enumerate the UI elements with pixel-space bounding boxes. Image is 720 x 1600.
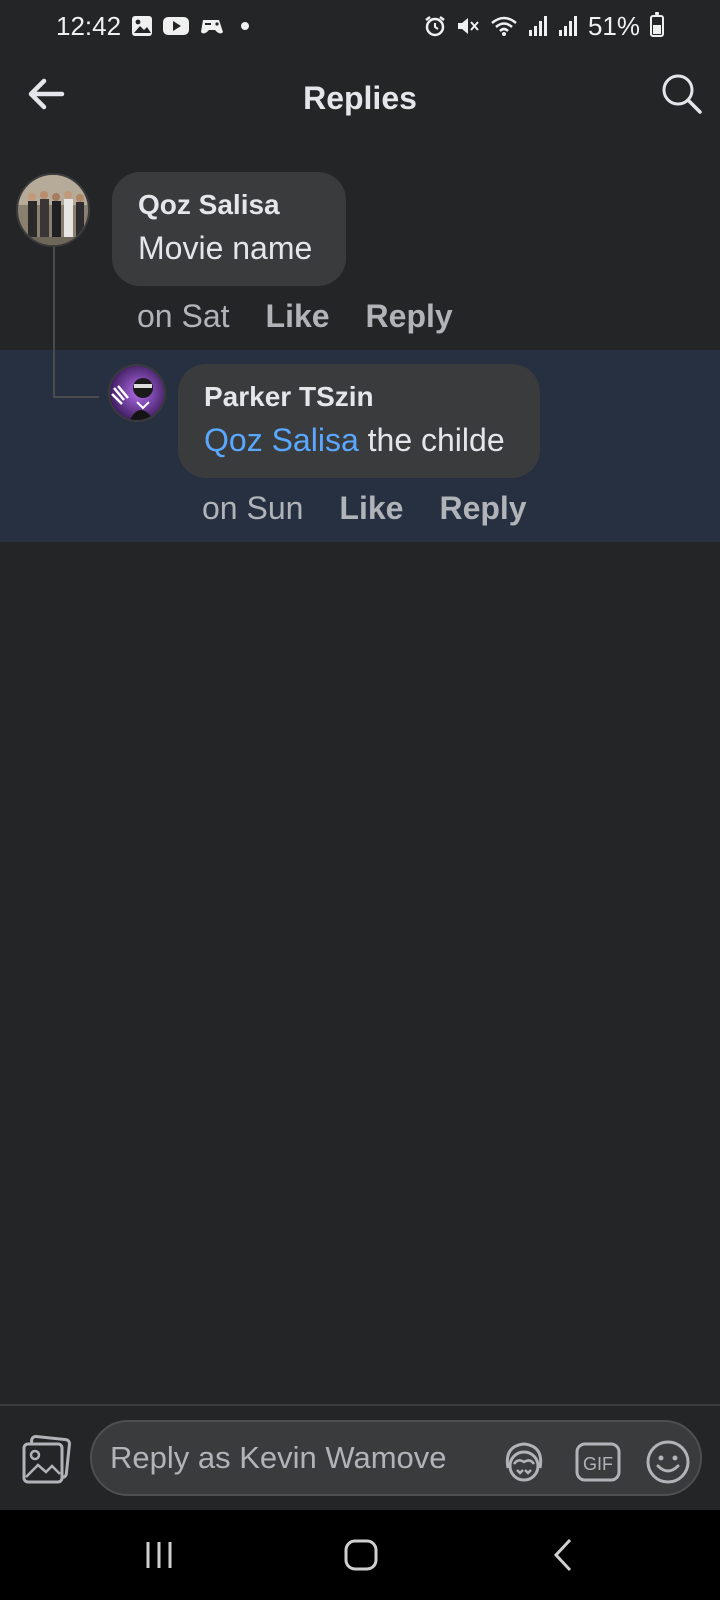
- page-title: Replies: [303, 79, 417, 116]
- dot-icon: [241, 22, 250, 30]
- status-time: 12:42: [56, 10, 122, 41]
- signal-icon: [558, 15, 578, 37]
- gallery-icon: [131, 15, 153, 37]
- like-button[interactable]: Like: [339, 490, 403, 527]
- status-bar: 12:42 51%: [0, 0, 720, 52]
- thread-connector: [53, 246, 55, 398]
- youtube-icon: [163, 16, 190, 36]
- comment-bubble[interactable]: Qoz Salisa Movie name: [112, 172, 346, 286]
- emoji-icon[interactable]: [644, 1438, 692, 1486]
- home-icon[interactable]: [338, 1532, 384, 1578]
- reply-input-wrapper[interactable]: GIF: [90, 1420, 702, 1496]
- nav-back-icon[interactable]: [540, 1532, 586, 1578]
- wifi-icon: [490, 15, 518, 37]
- back-arrow-icon[interactable]: [26, 74, 66, 114]
- gif-icon[interactable]: GIF: [574, 1438, 622, 1486]
- avatar-sticker-icon[interactable]: [500, 1438, 548, 1486]
- reply-composer: GIF: [0, 1406, 720, 1510]
- reply-text-body: the childe: [358, 422, 505, 458]
- status-right: 51%: [424, 11, 664, 42]
- reply-button[interactable]: Reply: [439, 490, 526, 527]
- mention-link[interactable]: Qoz Salisa: [204, 422, 359, 458]
- comment-author[interactable]: Qoz Salisa: [138, 188, 320, 222]
- reply-button[interactable]: Reply: [366, 298, 453, 335]
- reply-actions: on Sun Like Reply: [202, 490, 563, 527]
- app-header: Replies: [0, 52, 720, 144]
- like-button[interactable]: Like: [266, 298, 330, 335]
- photo-icon[interactable]: [20, 1434, 72, 1486]
- reply-bubble[interactable]: Parker TSzin Qoz Salisa the childe: [178, 364, 540, 478]
- reply-time: on Sun: [202, 490, 304, 526]
- mute-icon: [456, 15, 480, 37]
- gif-label: GIF: [583, 1454, 613, 1474]
- battery-percent: 51%: [587, 10, 640, 41]
- replies-screen: 12:42 51% Replies Qoz Salisa Movie name …: [0, 0, 720, 1600]
- reply-input[interactable]: [110, 1440, 490, 1476]
- reply-text: Qoz Salisa the childe: [204, 418, 514, 462]
- status-left: 12:42: [56, 10, 250, 42]
- alarm-icon: [424, 15, 446, 37]
- avatar[interactable]: [108, 364, 166, 422]
- game-icon: [199, 15, 225, 37]
- avatar[interactable]: [16, 173, 90, 247]
- comment-time: on Sat: [137, 298, 230, 334]
- comment-actions: on Sat Like Reply: [137, 298, 489, 335]
- comment-text: Movie name: [138, 230, 313, 266]
- signal-icon: [528, 15, 548, 37]
- reply-author[interactable]: Parker TSzin: [204, 380, 514, 414]
- system-nav-bar: [0, 1510, 720, 1600]
- search-icon[interactable]: [660, 72, 704, 116]
- battery-icon: [650, 12, 664, 37]
- recents-icon[interactable]: [136, 1532, 182, 1578]
- thread-connector: [53, 396, 99, 398]
